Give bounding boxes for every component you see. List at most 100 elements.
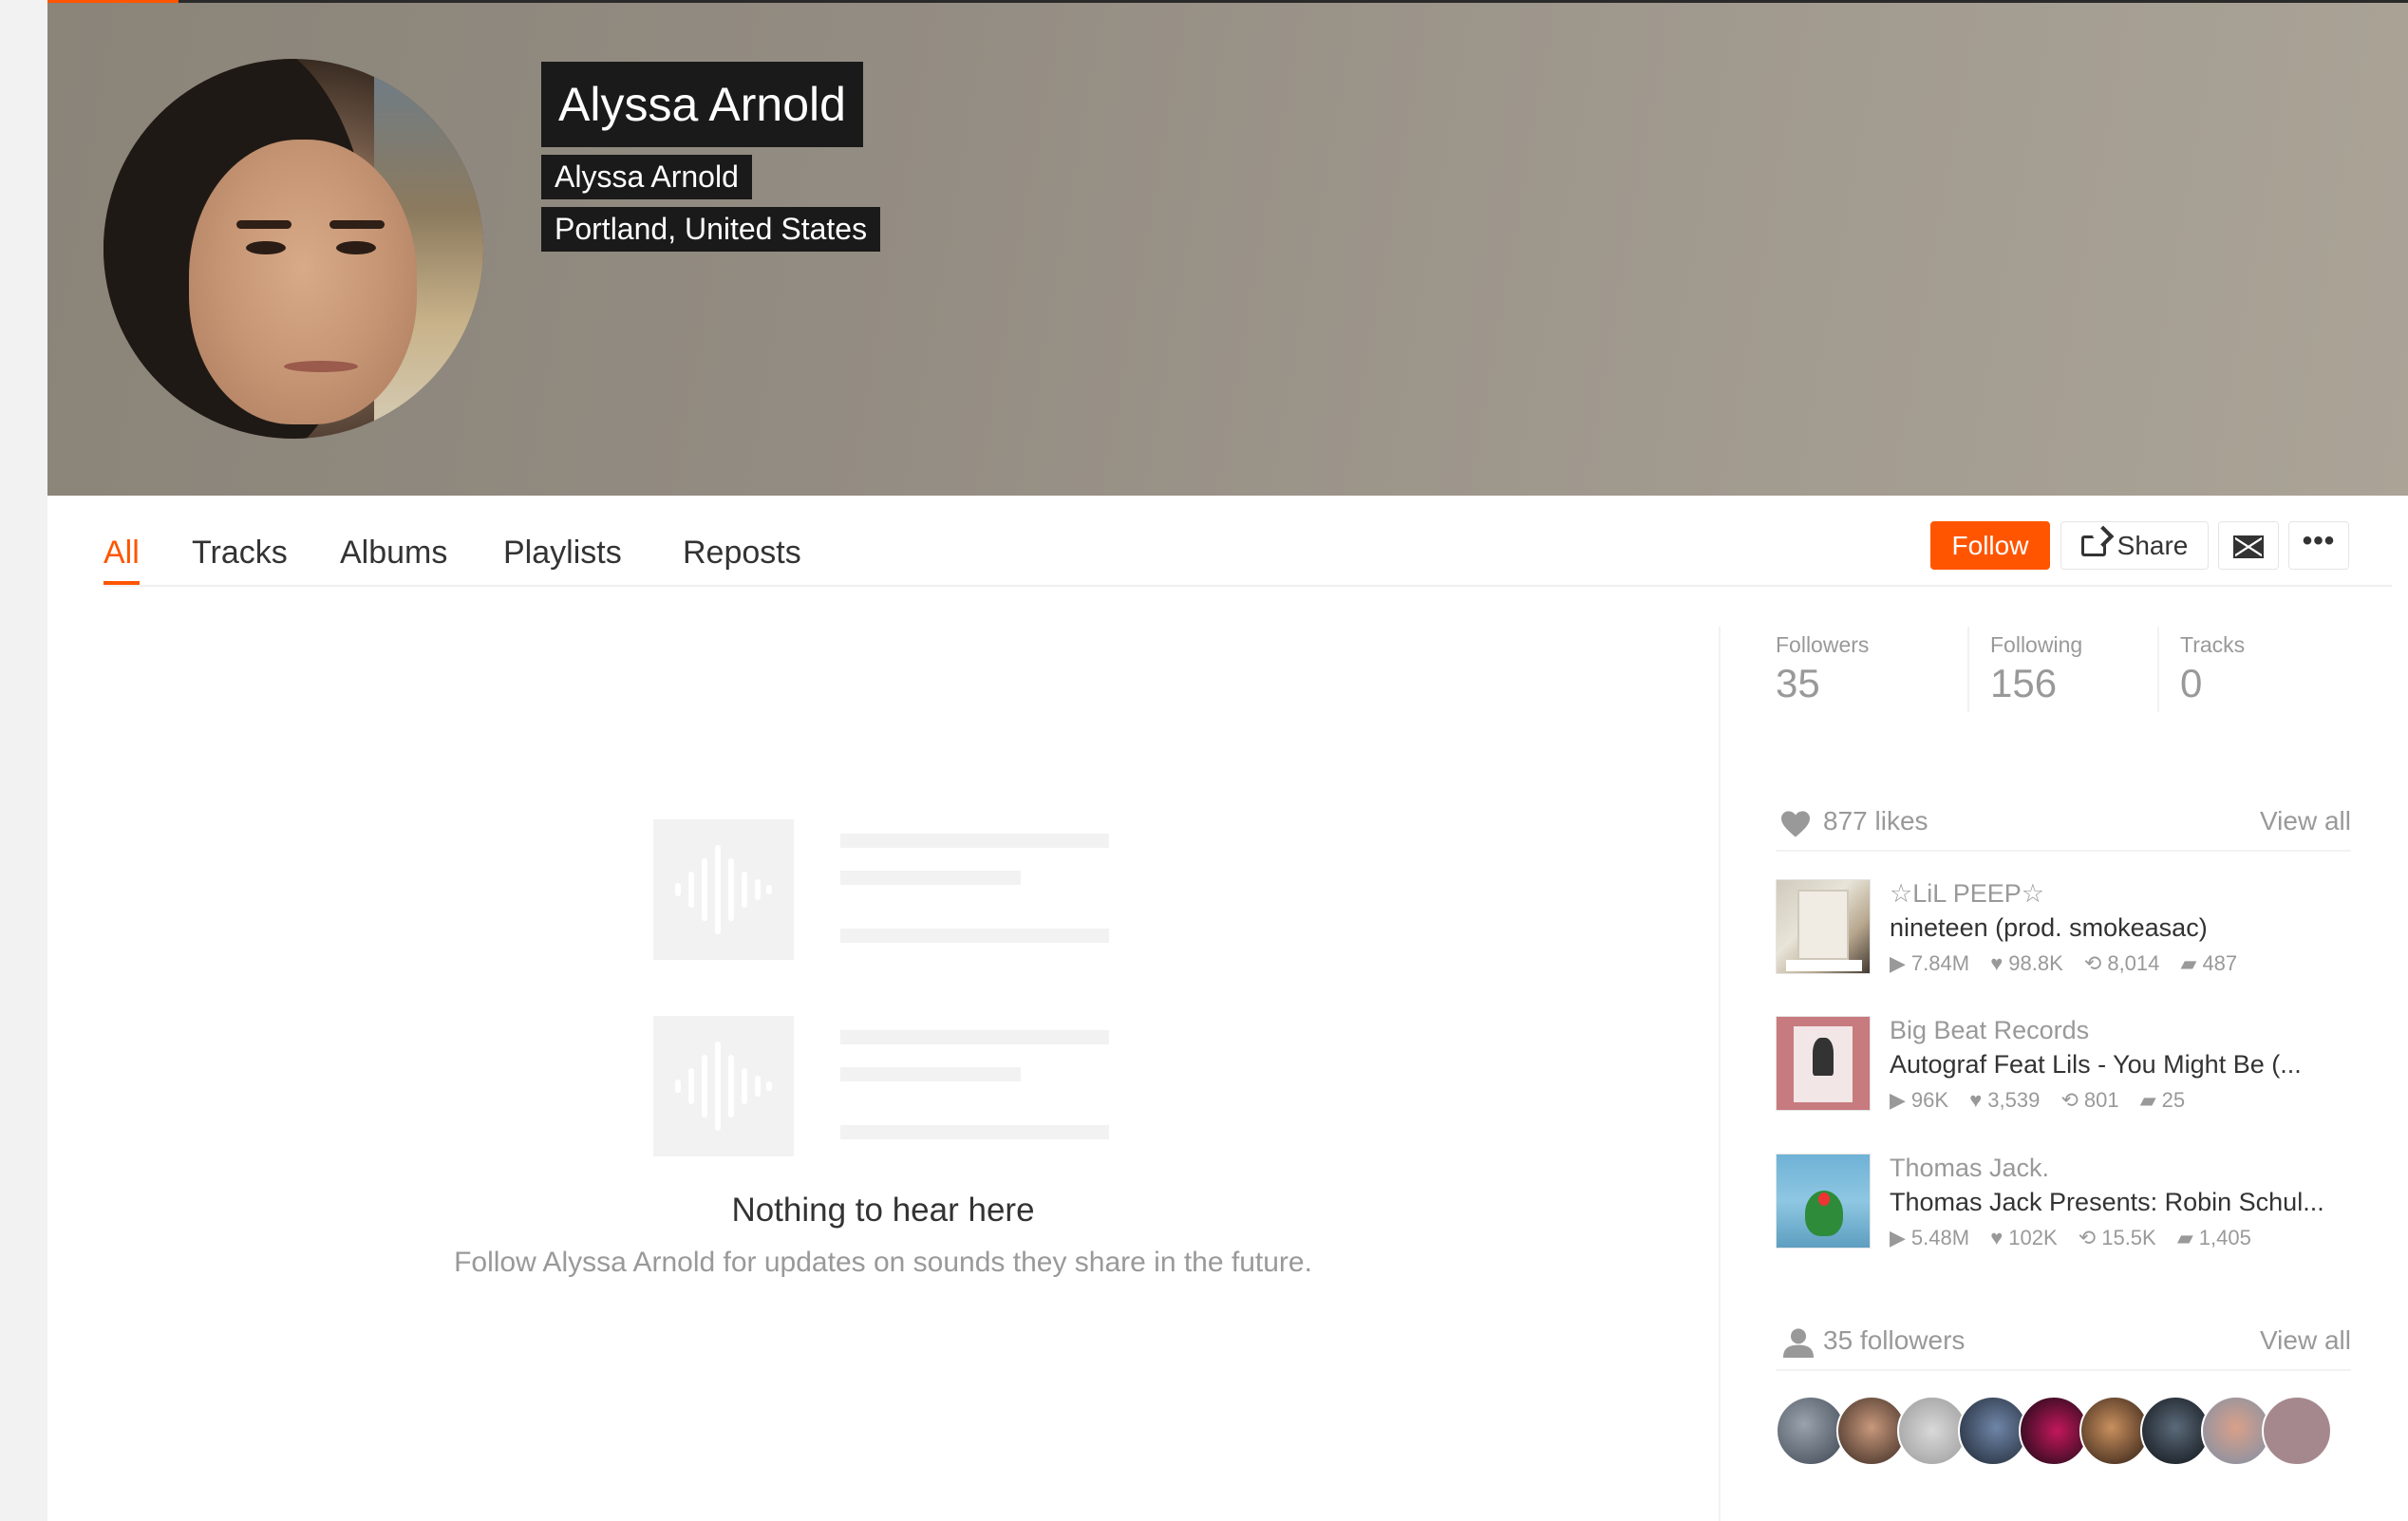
follow-button[interactable]: Follow <box>1930 521 2050 570</box>
tab-reposts[interactable]: Reposts <box>683 534 801 585</box>
follower-avatar[interactable] <box>1836 1396 1907 1466</box>
likes-count: 3,539 <box>1987 1088 2041 1112</box>
track-title[interactable]: nineteen (prod. smokeasac) <box>1890 913 2351 943</box>
comments-stat[interactable]: ▰ 487 <box>2181 951 2238 976</box>
reposts-stat[interactable]: ⟲ 801 <box>2060 1088 2118 1113</box>
track-stats: ▶ 5.48M ♥ 102K ⟲ 15.5K ▰ 1,405 <box>1890 1226 2267 1250</box>
stat-label: Following <box>1990 632 2083 657</box>
repost-icon: ⟲ <box>2078 1226 2097 1249</box>
comments-count: 25 <box>2161 1088 2186 1112</box>
likes-count: 98.8K <box>2008 951 2063 975</box>
followers-view-all-link[interactable]: View all <box>2260 1325 2351 1356</box>
track-artist[interactable]: Thomas Jack. <box>1890 1154 2049 1183</box>
repost-icon: ⟲ <box>2083 951 2102 975</box>
heart-icon: ♥ <box>1990 951 2004 975</box>
follower-avatar[interactable] <box>1776 1396 1846 1466</box>
reposts-stat[interactable]: ⟲ 8,014 <box>2084 951 2160 976</box>
avatar-mouth <box>284 361 358 372</box>
stat-following[interactable]: Following 156 <box>1967 627 2157 712</box>
placeholder-line <box>840 1030 1109 1044</box>
followers-count-link[interactable]: 35 followers <box>1823 1325 1965 1356</box>
more-dots-icon: ••• <box>2302 525 2336 556</box>
share-icon <box>2080 535 2106 556</box>
plays-count: 7.84M <box>1910 951 1970 975</box>
followers-avatars <box>1776 1396 2351 1468</box>
track-artwork[interactable] <box>1776 1016 1871 1111</box>
comment-icon: ▰ <box>2139 1088 2156 1112</box>
comments-stat[interactable]: ▰ 25 <box>2140 1088 2185 1113</box>
comments-count: 1,405 <box>2198 1226 2251 1249</box>
track-stats: ▶ 96K ♥ 3,539 ⟲ 801 ▰ 25 <box>1890 1088 2200 1113</box>
comments-stat[interactable]: ▰ 1,405 <box>2177 1226 2251 1250</box>
plays-stat: ▶ 7.84M <box>1890 951 1969 976</box>
reposts-stat[interactable]: ⟲ 15.5K <box>2079 1226 2156 1250</box>
likes-stat[interactable]: ♥ 98.8K <box>1990 951 2063 976</box>
stat-followers[interactable]: Followers 35 <box>1776 627 1966 712</box>
envelope-icon <box>2233 535 2264 558</box>
likes-count: 102K <box>2008 1226 2058 1249</box>
likes-count-link[interactable]: 877 likes <box>1823 806 1928 836</box>
track-stats: ▶ 7.84M ♥ 98.8K ⟲ 8,014 ▰ 487 <box>1890 951 2252 976</box>
liked-track-item[interactable]: Big Beat Records Autograf Feat Lils - Yo… <box>1776 1016 2351 1115</box>
likes-stat[interactable]: ♥ 102K <box>1990 1226 2057 1250</box>
heart-icon: ♥ <box>1969 1088 1983 1112</box>
placeholder-line <box>840 929 1109 943</box>
follower-avatar[interactable] <box>1958 1396 2028 1466</box>
avatar-face <box>189 140 417 424</box>
empty-state: Nothing to hear here Follow Alyssa Arnol… <box>47 589 1719 1521</box>
track-title[interactable]: Autograf Feat Lils - You Might Be (... <box>1890 1050 2351 1080</box>
track-artist[interactable]: ☆LiL PEEP☆ <box>1890 879 2044 909</box>
tab-albums[interactable]: Albums <box>340 534 447 585</box>
play-icon: ▶ <box>1890 1226 1906 1249</box>
user-icon <box>1783 1328 1814 1358</box>
message-button[interactable] <box>2218 521 2279 570</box>
reposts-count: 8,014 <box>2107 951 2160 975</box>
profile-header: Alyssa Arnold Alyssa Arnold Portland, Un… <box>47 3 2408 496</box>
tab-tracks[interactable]: Tracks <box>192 534 288 585</box>
placeholder-line <box>840 1125 1109 1139</box>
likes-section-header: 877 likes View all <box>1776 800 2351 852</box>
track-artwork[interactable] <box>1776 879 1871 974</box>
comment-icon: ▰ <box>2180 951 2197 975</box>
profile-location: Portland, United States <box>541 207 881 252</box>
share-label: Share <box>2116 531 2189 560</box>
follower-avatar[interactable] <box>2201 1396 2271 1466</box>
play-icon: ▶ <box>1890 951 1906 975</box>
sidebar-divider <box>1719 627 1721 1521</box>
track-artwork[interactable] <box>1776 1154 1871 1249</box>
heart-icon <box>1781 811 1810 837</box>
follower-avatar[interactable] <box>2140 1396 2210 1466</box>
follower-avatar[interactable] <box>1897 1396 1967 1466</box>
profile-avatar[interactable] <box>103 59 483 439</box>
follower-avatar[interactable] <box>2019 1396 2089 1466</box>
liked-track-item[interactable]: Thomas Jack. Thomas Jack Presents: Robin… <box>1776 1154 2351 1252</box>
stat-value: 35 <box>1776 661 1820 705</box>
track-title[interactable]: Thomas Jack Presents: Robin Schul... <box>1890 1188 2351 1217</box>
stat-value: 0 <box>2180 661 2203 705</box>
placeholder-line <box>840 871 1021 885</box>
play-icon: ▶ <box>1890 1088 1906 1112</box>
reposts-count: 801 <box>2083 1088 2119 1112</box>
repost-icon: ⟲ <box>2060 1088 2079 1112</box>
placeholder-line <box>840 1067 1021 1081</box>
artwork-photo <box>1797 890 1849 960</box>
liked-track-item[interactable]: ☆LiL PEEP☆ nineteen (prod. smokeasac) ▶ 7… <box>1776 879 2351 978</box>
tab-all[interactable]: All <box>103 534 140 585</box>
plays-stat: ▶ 5.48M <box>1890 1226 1969 1250</box>
stat-value: 156 <box>1990 661 2058 705</box>
more-options-button[interactable]: ••• <box>2288 521 2349 570</box>
tab-playlists[interactable]: Playlists <box>503 534 622 585</box>
follower-avatar[interactable] <box>2079 1396 2150 1466</box>
likes-stat[interactable]: ♥ 3,539 <box>1969 1088 2040 1113</box>
stat-tracks[interactable]: Tracks 0 <box>2157 627 2347 712</box>
share-button[interactable]: Share <box>2060 521 2209 570</box>
avatar-brow <box>329 220 385 229</box>
placeholder-waveform-icon <box>653 1016 794 1156</box>
stat-label: Tracks <box>2180 632 2246 657</box>
likes-view-all-link[interactable]: View all <box>2260 806 2351 836</box>
follower-avatar[interactable] <box>2262 1396 2332 1466</box>
track-artist[interactable]: Big Beat Records <box>1890 1016 2089 1045</box>
stat-label: Followers <box>1776 632 1870 657</box>
profile-page: Alyssa Arnold Alyssa Arnold Portland, Un… <box>47 0 2408 1521</box>
plays-count: 5.48M <box>1910 1226 1970 1249</box>
